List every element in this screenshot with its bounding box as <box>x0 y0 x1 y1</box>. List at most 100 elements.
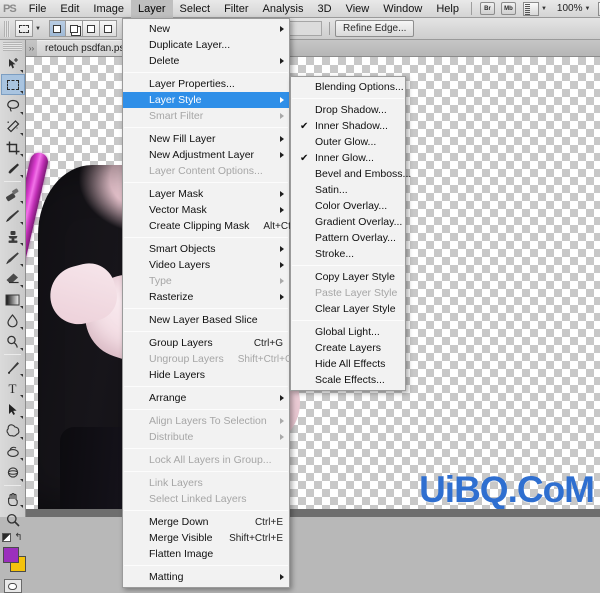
menu-item-inner-shadow[interactable]: ✔ Inner Shadow... <box>291 118 405 134</box>
clone-stamp-tool[interactable] <box>1 226 25 247</box>
menu-item-lock-all-layers-in-group: Lock All Layers in Group... <box>123 452 289 468</box>
menu-item-flatten-image[interactable]: Flatten Image <box>123 546 289 562</box>
view-extras-icon[interactable] <box>522 1 539 16</box>
menu-item-new-fill-layer[interactable]: New Fill Layer <box>123 131 289 147</box>
menu-edit[interactable]: Edit <box>53 0 86 18</box>
subtract-from-selection-button[interactable] <box>82 20 100 37</box>
menu-bar-right-controls: Br Mb ▼ 100% ▼ ▼ ▼ <box>466 0 600 18</box>
history-brush-tool[interactable] <box>1 247 25 268</box>
zoom-tool[interactable] <box>1 509 25 530</box>
menu-item-group-layers[interactable]: Group Layers Ctrl+G <box>123 335 289 351</box>
menu-layer[interactable]: Layer <box>130 0 173 18</box>
menu-item-scale-effects[interactable]: Scale Effects... <box>291 372 405 388</box>
menu-item-copy-layer-style[interactable]: Copy Layer Style <box>291 269 405 285</box>
menu-item-hide-layers[interactable]: Hide Layers <box>123 367 289 383</box>
menu-item-global-light[interactable]: Global Light... <box>291 324 405 340</box>
menu-window[interactable]: Window <box>376 0 429 18</box>
tool-more-arrow <box>19 91 23 94</box>
refine-edge-button[interactable]: Refine Edge... <box>335 20 415 37</box>
pen-tool[interactable] <box>1 357 25 378</box>
menu-item-new-layer-based-slice[interactable]: New Layer Based Slice <box>123 312 289 328</box>
menu-item-duplicate-layer[interactable]: Duplicate Layer... <box>123 37 289 53</box>
menu-analysis[interactable]: Analysis <box>256 0 311 18</box>
menu-item-merge-down[interactable]: Merge Down Ctrl+E <box>123 514 289 530</box>
menu-help[interactable]: Help <box>429 0 466 18</box>
dodge-tool[interactable] <box>1 331 25 352</box>
new-selection-button[interactable] <box>48 20 66 37</box>
menu-item-drop-shadow[interactable]: Drop Shadow... <box>291 102 405 118</box>
menu-item-outer-glow[interactable]: Outer Glow... <box>291 134 405 150</box>
menu-view[interactable]: View <box>339 0 377 18</box>
zoom-level-value[interactable]: 100% <box>557 3 583 14</box>
toolbox-drag-handle[interactable] <box>3 42 22 51</box>
menu-item-arrange[interactable]: Arrange <box>123 390 289 406</box>
menu-item-layer-properties[interactable]: Layer Properties... <box>123 76 289 92</box>
menu-item-color-overlay[interactable]: Color Overlay... <box>291 198 405 214</box>
spot-healing-brush-tool[interactable] <box>1 184 25 205</box>
menu-item-stroke[interactable]: Stroke... <box>291 246 405 262</box>
3d-rotate-tool[interactable] <box>1 441 25 462</box>
menu-item-layer-mask[interactable]: Layer Mask <box>123 186 289 202</box>
menu-item-label: Layer Properties... <box>149 78 235 90</box>
menu-item-gradient-overlay[interactable]: Gradient Overlay... <box>291 214 405 230</box>
menu-item-label: Smart Filter <box>149 110 204 122</box>
menu-item-merge-visible[interactable]: Merge Visible Shift+Ctrl+E <box>123 530 289 546</box>
menu-item-smart-objects[interactable]: Smart Objects <box>123 241 289 257</box>
menu-item-satin[interactable]: Satin... <box>291 182 405 198</box>
menu-item-label: Color Overlay... <box>315 200 388 212</box>
menu-item-rasterize[interactable]: Rasterize <box>123 289 289 305</box>
menu-file[interactable]: File <box>22 0 54 18</box>
menu-item-pattern-overlay[interactable]: Pattern Overlay... <box>291 230 405 246</box>
tab-strip-drag-handle[interactable]: ›› <box>26 40 37 56</box>
eraser-tool[interactable] <box>1 268 25 289</box>
menu-item-layer-style[interactable]: Layer Style <box>123 92 289 108</box>
screen-mode-button[interactable] <box>3 579 22 593</box>
rectangular-marquee-tool[interactable] <box>0 74 25 95</box>
brush-tool[interactable] <box>1 205 25 226</box>
menu-item-inner-glow[interactable]: ✔ Inner Glow... <box>291 150 405 166</box>
quick-selection-tool[interactable] <box>1 116 25 137</box>
menu-item-delete[interactable]: Delete <box>123 53 289 69</box>
menu-item-hide-all-effects[interactable]: Hide All Effects <box>291 356 405 372</box>
eyedropper-tool[interactable] <box>1 158 25 179</box>
menu-filter[interactable]: Filter <box>217 0 255 18</box>
menu-item-create-clipping-mask[interactable]: Create Clipping Mask Alt+Ctrl+G <box>123 218 310 234</box>
path-selection-tool[interactable] <box>1 399 25 420</box>
menu-item-new[interactable]: New <box>123 21 289 37</box>
gradient-tool[interactable] <box>1 289 25 310</box>
blur-tool[interactable] <box>1 310 25 331</box>
shape-tool[interactable] <box>1 420 25 441</box>
current-tool-preset-icon[interactable] <box>15 20 33 37</box>
menu-image[interactable]: Image <box>86 0 131 18</box>
menu-item-clear-layer-style[interactable]: Clear Layer Style <box>291 301 405 317</box>
foreground-color-swatch[interactable] <box>3 547 19 563</box>
3d-orbit-tool[interactable] <box>1 462 25 483</box>
menu-select[interactable]: Select <box>173 0 218 18</box>
change-screen-mode-icon[interactable]: ↰ <box>14 533 22 543</box>
menu-item-video-layers[interactable]: Video Layers <box>123 257 289 273</box>
quick-mask-icon[interactable] <box>2 533 12 542</box>
menu-item-matting[interactable]: Matting <box>123 569 289 585</box>
menu-3d[interactable]: 3D <box>311 0 339 18</box>
move-tool[interactable] <box>1 53 25 74</box>
menu-item-create-layers[interactable]: Create Layers <box>291 340 405 356</box>
chevron-down-icon[interactable]: ▼ <box>585 6 591 12</box>
add-to-selection-button[interactable] <box>65 20 83 37</box>
intersect-selection-button[interactable] <box>99 20 117 37</box>
chevron-down-icon[interactable]: ▼ <box>35 26 41 32</box>
tool-more-arrow <box>19 374 23 377</box>
horizontal-type-tool[interactable]: T <box>1 378 25 399</box>
tool-more-arrow <box>19 505 23 508</box>
menu-item-bevel-and-emboss[interactable]: Bevel and Emboss... <box>291 166 411 182</box>
menu-item-label: Ungroup Layers <box>149 353 224 365</box>
hand-tool[interactable] <box>1 488 25 509</box>
chevron-down-icon[interactable]: ▼ <box>541 6 547 12</box>
launch-mini-bridge-button[interactable]: Mb <box>500 2 516 15</box>
menu-item-blending-options[interactable]: Blending Options... <box>291 79 405 95</box>
launch-bridge-button[interactable]: Br <box>479 2 495 15</box>
crop-tool[interactable] <box>1 137 25 158</box>
menu-item-vector-mask[interactable]: Vector Mask <box>123 202 289 218</box>
menu-item-new-adjustment-layer[interactable]: New Adjustment Layer <box>123 147 289 163</box>
lasso-tool[interactable] <box>1 95 25 116</box>
drag-handle[interactable] <box>4 20 10 37</box>
